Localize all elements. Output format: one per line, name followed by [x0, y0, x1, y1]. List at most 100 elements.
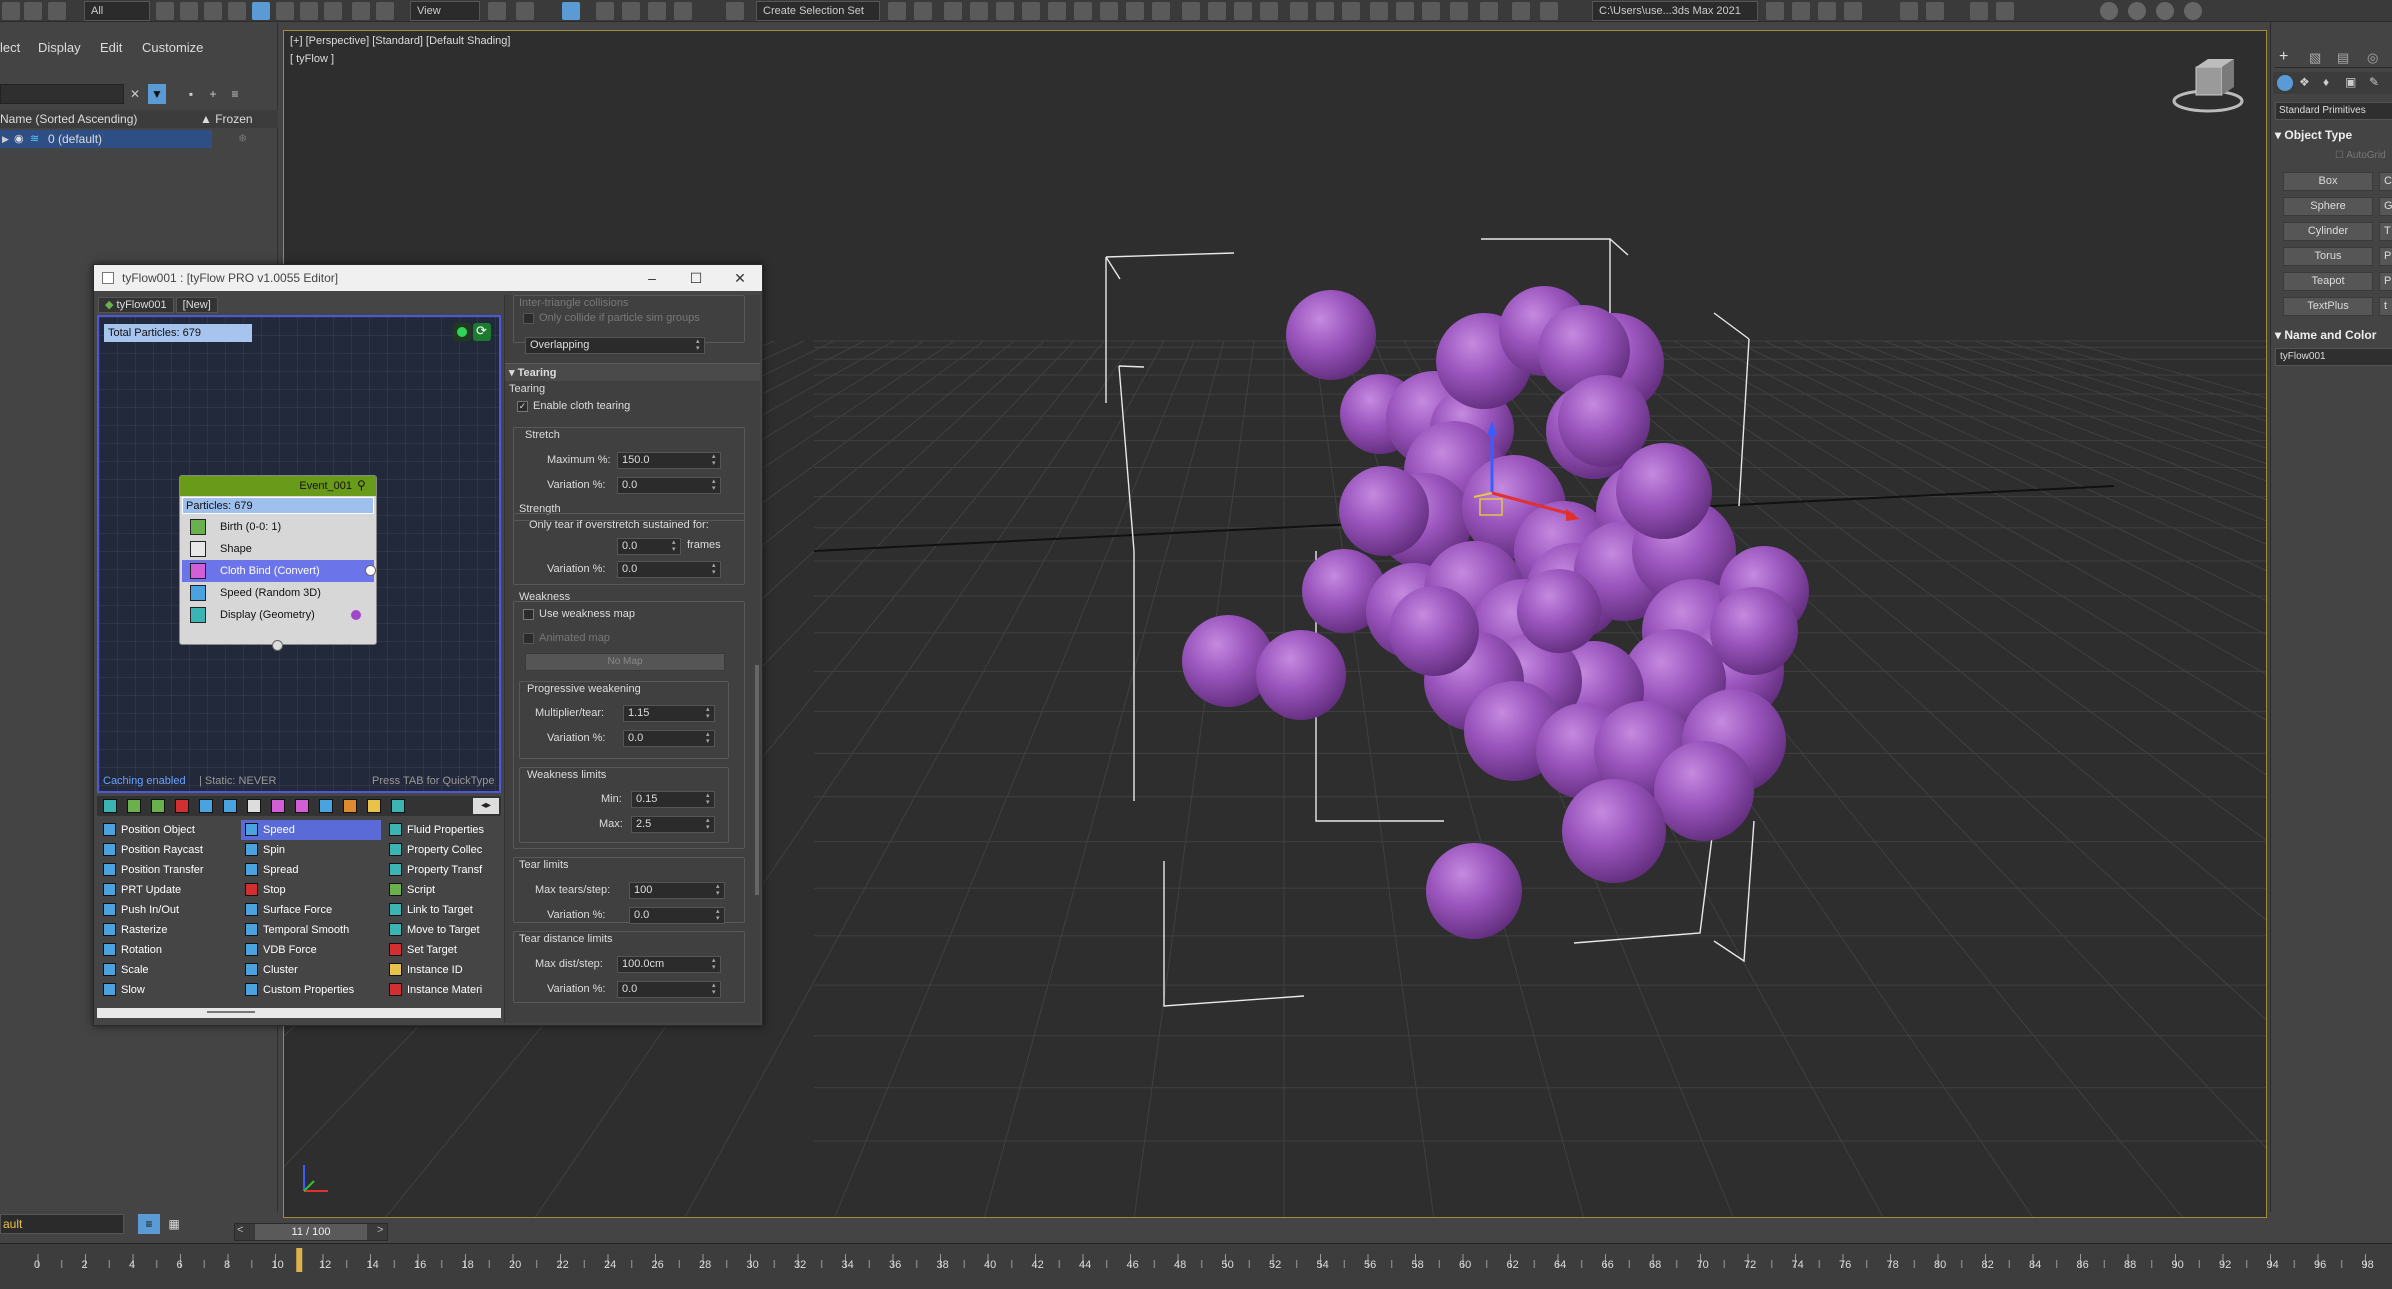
category-birth-icon[interactable] — [127, 799, 141, 813]
create-tab-icon[interactable]: + — [2279, 48, 2288, 66]
select-object-icon[interactable] — [156, 2, 174, 20]
tear-distance-variation-spinner[interactable]: 0.0 — [617, 981, 721, 998]
timeline-track[interactable]: 0 2 4 6 8 10 12 14 16 18 20 22 24 26 28 30 32 34 36 38 40 42 4… — [0, 1243, 2392, 1289]
workspace-2-icon[interactable] — [1818, 2, 1836, 20]
geosphere-button[interactable]: Ge — [2379, 197, 2392, 216]
keyboard-shortcut-icon[interactable] — [562, 2, 580, 20]
textplus-button[interactable]: TextPlus — [2283, 297, 2373, 316]
strength-frames-spinner[interactable]: 0.0 — [617, 538, 681, 555]
operator-list-item[interactable]: Speed — [241, 820, 381, 840]
tab-tyflow001[interactable]: ◆ tyFlow001 — [98, 297, 174, 313]
editor-titlebar[interactable]: tyFlow001 : [tyFlow PRO v1.0055 Editor] … — [94, 265, 762, 291]
align-icon[interactable] — [914, 2, 932, 20]
curve-editor-icon[interactable] — [1022, 2, 1040, 20]
operator-display[interactable]: Display (Geometry) — [182, 604, 374, 626]
menu-customize[interactable]: Customize — [142, 40, 203, 55]
explorer-column-header[interactable]: Name (Sorted Ascending) ▲ Frozen — [0, 110, 278, 128]
minimize-button[interactable]: – — [630, 265, 674, 291]
category-physx-icon[interactable] — [319, 799, 333, 813]
plane-button[interactable]: P — [2379, 272, 2392, 291]
visibility-eye-icon[interactable]: ◉ — [14, 130, 24, 148]
operator-list-item[interactable]: Temporal Smooth — [241, 920, 381, 940]
pivot-icon[interactable] — [376, 2, 394, 20]
tyflow-cache-icon[interactable] — [1234, 2, 1252, 20]
tyflow-cloth-icon[interactable] — [1370, 2, 1388, 20]
close-button[interactable]: ✕ — [718, 265, 762, 291]
category-speed-icon[interactable] — [223, 799, 237, 813]
tear-limits-max-spinner[interactable]: 100 — [629, 882, 725, 899]
layers-icon[interactable]: ≡ — [226, 84, 244, 104]
settings-scrollbar[interactable] — [755, 665, 759, 895]
stretch-max-spinner[interactable]: 150.0 — [617, 452, 721, 469]
pivot-center-icon[interactable] — [488, 2, 506, 20]
object-name-field[interactable]: tyFlow001 — [2275, 348, 2392, 366]
cone-button[interactable]: Co — [2379, 172, 2392, 191]
teapot-button[interactable]: Teapot — [2283, 272, 2373, 291]
name-color-rollout-header[interactable]: ▾ Name and Color — [2275, 328, 2376, 342]
shapes-icon[interactable]: ❖ — [2299, 75, 2310, 89]
event-node[interactable]: Event_001 ⚲ Particles: 679 Birth (0-0: 1… — [179, 475, 377, 651]
output-socket[interactable] — [365, 565, 376, 576]
edit-icon[interactable] — [1970, 2, 1988, 20]
tyflow-export-icon[interactable] — [1480, 2, 1498, 20]
display-color-swatch[interactable] — [351, 610, 361, 620]
edit-named-selection-icon[interactable] — [726, 2, 744, 20]
percent-snap-icon[interactable] — [648, 2, 666, 20]
next-frame-icon[interactable]: > — [377, 1224, 383, 1236]
operator-list-item[interactable]: Rasterize — [99, 920, 239, 940]
cylinder-button[interactable]: Cylinder — [2283, 222, 2373, 241]
operator-list-item[interactable]: Scale — [99, 960, 239, 980]
hierarchy-tab-icon[interactable]: ▤ — [2337, 50, 2349, 66]
category-instance-icon[interactable] — [367, 799, 381, 813]
dot-icon-2[interactable] — [2128, 2, 2146, 20]
operator-list-item[interactable]: Spread — [241, 860, 381, 880]
text-button[interactable]: t — [2379, 297, 2392, 316]
weakness-variation-spinner[interactable]: 0.0 — [623, 730, 715, 747]
scene-explorer-icon[interactable] — [970, 2, 988, 20]
helpers-icon[interactable]: ✎ — [2369, 75, 2379, 89]
weakness-min-spinner[interactable]: 0.15 — [631, 791, 715, 808]
object-type-rollout-header[interactable]: ▾ Object Type — [2275, 128, 2352, 142]
category-shape-icon[interactable] — [151, 799, 165, 813]
event-header[interactable]: Event_001 — [180, 476, 376, 496]
name-column-header[interactable]: Name (Sorted Ascending) — [0, 110, 137, 128]
render-setup-icon[interactable] — [1100, 2, 1118, 20]
category-all-icon[interactable] — [103, 799, 117, 813]
tearing-rollout-header[interactable]: ▾ Tearing — [505, 363, 760, 381]
modify-tab-icon[interactable]: ▧ — [2309, 50, 2321, 66]
category-delete-icon[interactable] — [175, 799, 189, 813]
unlink-icon[interactable] — [2, 2, 20, 20]
region-select-icon[interactable] — [204, 2, 222, 20]
torus-button[interactable]: Torus — [2283, 247, 2373, 266]
operator-list-item[interactable]: Spin — [241, 840, 381, 860]
dot-icon-4[interactable] — [2184, 2, 2202, 20]
add-layer-icon[interactable]: + — [204, 84, 222, 104]
frozen-column-header[interactable]: ▲ Frozen — [200, 110, 253, 128]
time-slider-handle[interactable]: 11 / 100 — [255, 1224, 367, 1240]
frozen-toggle-icon[interactable]: ❄ — [238, 132, 247, 145]
check-icon[interactable] — [1926, 2, 1944, 20]
material-editor-icon[interactable] — [1074, 2, 1092, 20]
scroll-arrows-icon[interactable]: ◂▸ — [473, 798, 499, 814]
category-display-icon[interactable] — [391, 799, 405, 813]
explorer-search-input[interactable] — [0, 84, 124, 104]
stretch-variation-spinner[interactable]: 0.0 — [617, 477, 721, 494]
menu-select[interactable]: lect — [0, 40, 20, 55]
lock-icon[interactable]: ▪ — [182, 84, 200, 104]
layer-explorer-icon[interactable] — [944, 2, 962, 20]
operator-speed[interactable]: Speed (Random 3D) — [182, 582, 374, 604]
angle-snap-icon[interactable] — [622, 2, 640, 20]
animated-map-checkbox[interactable] — [523, 633, 534, 644]
move-icon[interactable] — [516, 2, 534, 20]
selection-filter-combo[interactable]: All — [84, 1, 150, 21]
tyflow-settings-icon[interactable] — [1512, 2, 1530, 20]
current-layer-field[interactable]: ault — [0, 1214, 124, 1234]
category-mesh-icon[interactable] — [343, 799, 357, 813]
maximize-button[interactable]: ☐ — [674, 265, 718, 291]
schematic-view-icon[interactable] — [1048, 2, 1066, 20]
window-crossing-icon[interactable] — [228, 2, 246, 20]
spinner-snap-icon[interactable] — [674, 2, 692, 20]
operator-shape[interactable]: Shape — [182, 538, 374, 560]
arnold-icon[interactable] — [1900, 2, 1918, 20]
create-selection-set-combo[interactable]: Create Selection Set — [756, 1, 880, 21]
